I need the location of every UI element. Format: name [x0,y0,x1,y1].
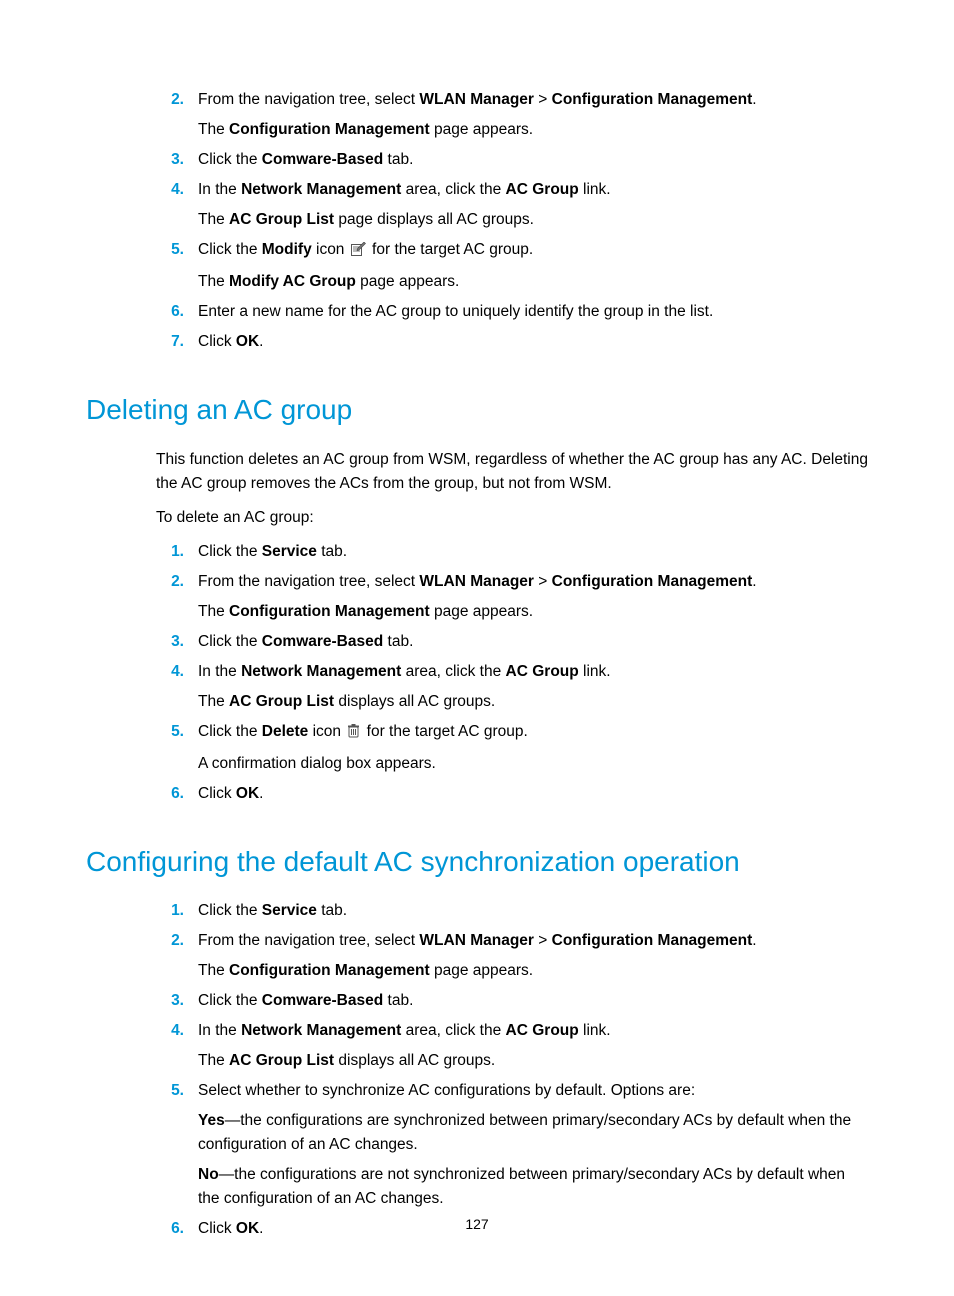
step-line: Click the Comware-Based tab. [198,630,868,654]
step-item: 5.Select whether to synchronize AC confi… [86,1079,868,1211]
step-body: From the navigation tree, select WLAN Ma… [198,570,868,624]
step-item: 4.In the Network Management area, click … [86,1019,868,1073]
step-number: 5. [156,238,198,262]
step-line: Click OK. [198,782,868,806]
step-body: Enter a new name for the AC group to uni… [198,300,868,324]
step-line: From the navigation tree, select WLAN Ma… [198,929,868,953]
step-body: From the navigation tree, select WLAN Ma… [198,929,868,983]
step-body: Select whether to synchronize AC configu… [198,1079,868,1211]
section-b-lead: To delete an AC group: [156,506,868,530]
step-body: Click the Comware-Based tab. [198,630,868,654]
step-body: Click the Delete icon for the target AC … [198,720,868,776]
step-line: Enter a new name for the AC group to uni… [198,300,868,324]
step-number: 2. [156,88,198,112]
step-number: 3. [156,630,198,654]
step-line: Click the Comware-Based tab. [198,148,868,172]
step-line: Click the Service tab. [198,540,868,564]
step-item: 6.Enter a new name for the AC group to u… [86,300,868,324]
section-a-steps: 2.From the navigation tree, select WLAN … [86,88,868,354]
delete-icon [347,722,360,746]
page-number: 127 [0,1214,954,1236]
step-item: 2.From the navigation tree, select WLAN … [86,570,868,624]
step-number: 2. [156,570,198,594]
section-b-intro: This function deletes an AC group from W… [156,448,868,496]
step-number: 7. [156,330,198,354]
step-line: In the Network Management area, click th… [198,660,868,684]
step-number: 2. [156,929,198,953]
step-item: 2.From the navigation tree, select WLAN … [86,88,868,142]
step-body: In the Network Management area, click th… [198,660,868,714]
step-number: 4. [156,1019,198,1043]
step-item: 5.Click the Modify icon for the target A… [86,238,868,294]
step-line: The Configuration Management page appear… [198,118,868,142]
document-page: 2.From the navigation tree, select WLAN … [0,0,954,1296]
step-line: No—the configurations are not synchroniz… [198,1163,868,1211]
step-item: 4.In the Network Management area, click … [86,178,868,232]
step-number: 1. [156,899,198,923]
step-body: In the Network Management area, click th… [198,1019,868,1073]
step-line: From the navigation tree, select WLAN Ma… [198,88,868,112]
step-number: 1. [156,540,198,564]
step-body: Click the Service tab. [198,899,868,923]
step-line: In the Network Management area, click th… [198,1019,868,1043]
step-line: From the navigation tree, select WLAN Ma… [198,570,868,594]
step-body: Click the Comware-Based tab. [198,148,868,172]
heading-deleting-ac-group: Deleting an AC group [86,388,868,431]
step-number: 5. [156,1079,198,1103]
step-number: 6. [156,300,198,324]
step-line: Click the Service tab. [198,899,868,923]
step-item: 1.Click the Service tab. [86,540,868,564]
step-item: 1.Click the Service tab. [86,899,868,923]
step-line: The AC Group List displays all AC groups… [198,1049,868,1073]
step-line: The Modify AC Group page appears. [198,270,868,294]
step-number: 4. [156,178,198,202]
section-b-steps: 1.Click the Service tab.2.From the navig… [86,540,868,806]
modify-icon [351,240,366,264]
step-body: In the Network Management area, click th… [198,178,868,232]
step-body: Click OK. [198,330,868,354]
step-number: 4. [156,660,198,684]
step-line: The AC Group List page displays all AC g… [198,208,868,232]
step-line: The Configuration Management page appear… [198,959,868,983]
step-line: Yes—the configurations are synchronized … [198,1109,868,1157]
step-line: A confirmation dialog box appears. [198,752,868,776]
step-item: 4.In the Network Management area, click … [86,660,868,714]
step-item: 6.Click OK. [86,782,868,806]
step-number: 3. [156,989,198,1013]
step-body: Click the Service tab. [198,540,868,564]
step-line: The AC Group List displays all AC groups… [198,690,868,714]
step-line: Select whether to synchronize AC configu… [198,1079,868,1103]
step-item: 3.Click the Comware-Based tab. [86,630,868,654]
step-body: From the navigation tree, select WLAN Ma… [198,88,868,142]
section-c-steps: 1.Click the Service tab.2.From the navig… [86,899,868,1241]
step-number: 5. [156,720,198,744]
step-line: In the Network Management area, click th… [198,178,868,202]
step-body: Click OK. [198,782,868,806]
step-body: Click the Modify icon for the target AC … [198,238,868,294]
step-number: 3. [156,148,198,172]
step-item: 5.Click the Delete icon for the target A… [86,720,868,776]
step-number: 6. [156,782,198,806]
step-line: Click the Modify icon for the target AC … [198,238,868,264]
heading-configuring-sync: Configuring the default AC synchronizati… [86,840,868,883]
step-line: Click OK. [198,330,868,354]
step-item: 3.Click the Comware-Based tab. [86,148,868,172]
step-line: Click the Delete icon for the target AC … [198,720,868,746]
step-item: 2.From the navigation tree, select WLAN … [86,929,868,983]
step-item: 3.Click the Comware-Based tab. [86,989,868,1013]
step-item: 7.Click OK. [86,330,868,354]
step-line: Click the Comware-Based tab. [198,989,868,1013]
step-body: Click the Comware-Based tab. [198,989,868,1013]
step-line: The Configuration Management page appear… [198,600,868,624]
